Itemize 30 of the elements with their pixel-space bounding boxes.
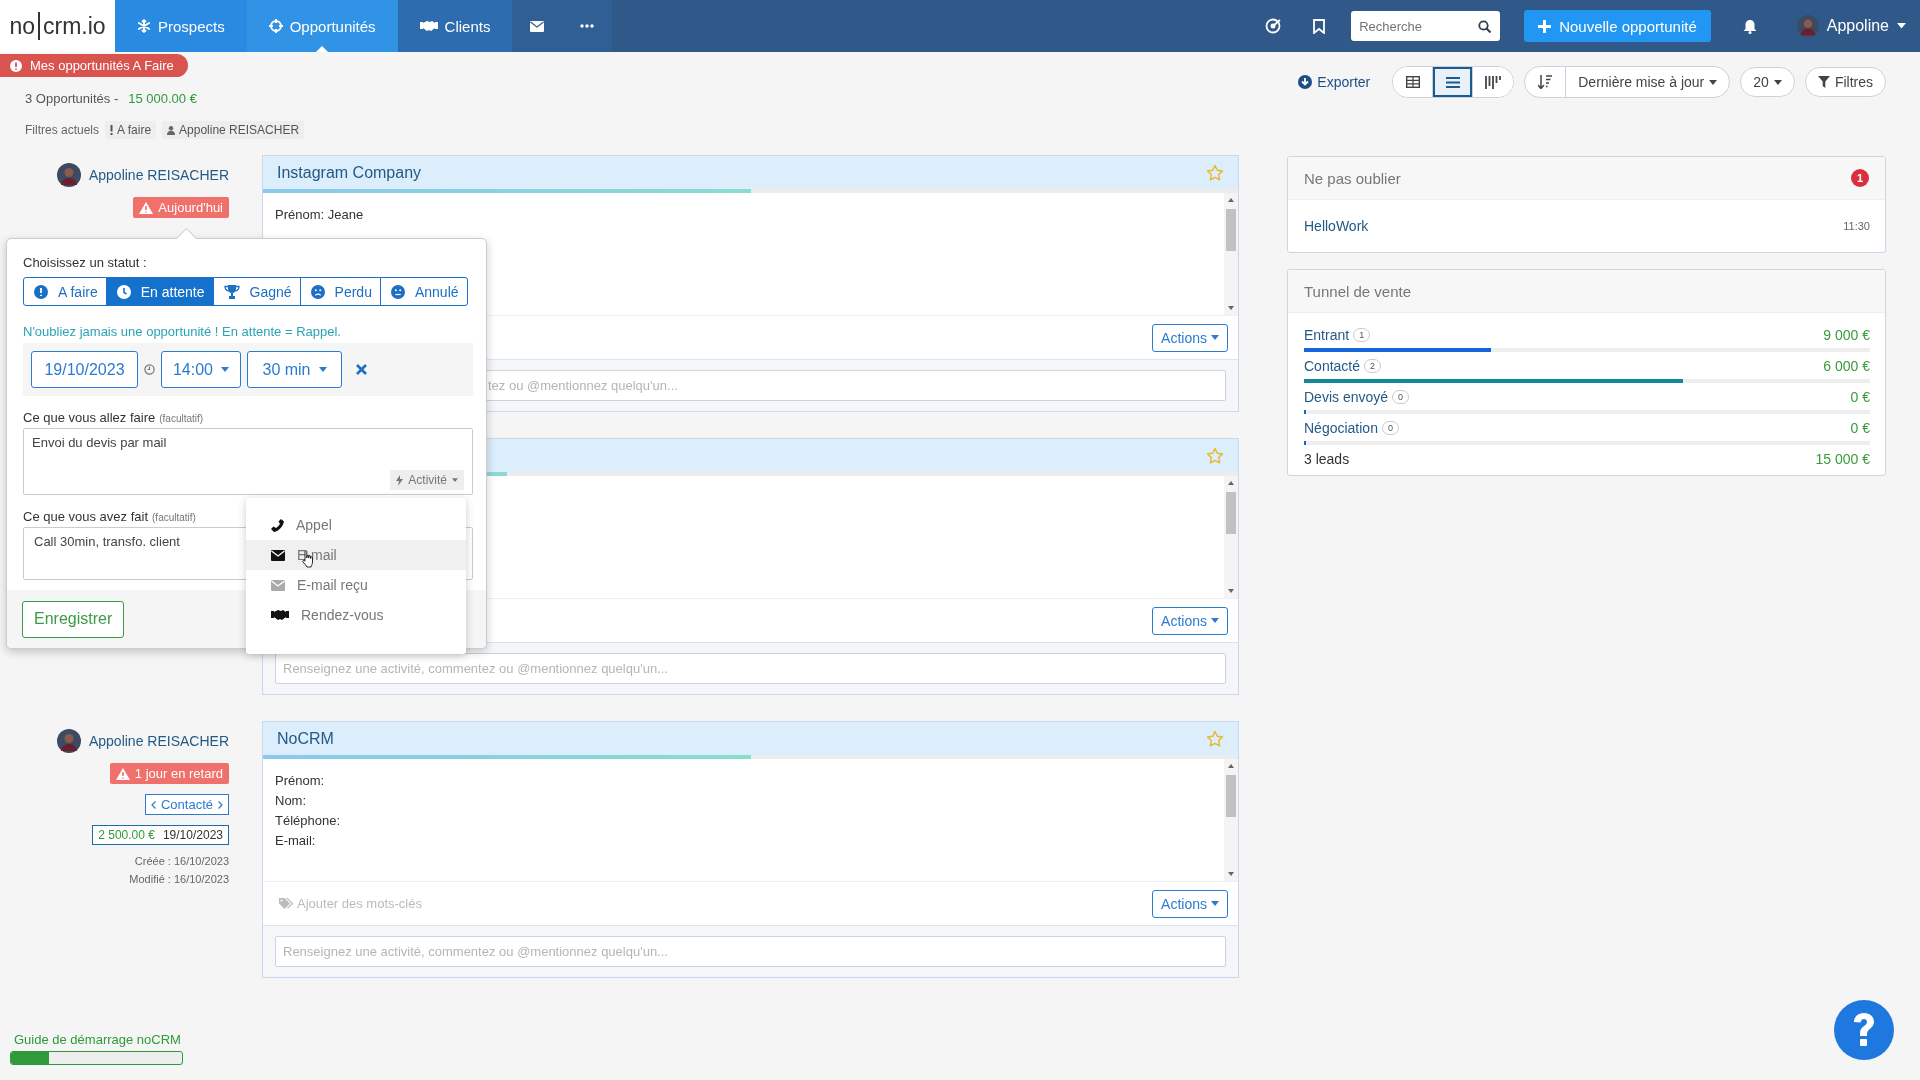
field-label: Ce que vous allez faire bbox=[23, 410, 156, 425]
modified-date: Modifié : 16/10/2023 bbox=[129, 873, 229, 885]
stage-amount: 0 € bbox=[1850, 420, 1870, 436]
panel-title: Tunnel de vente bbox=[1304, 282, 1412, 300]
field-text: Nom: bbox=[275, 792, 307, 810]
opportunity-count: 3 Opportunités - bbox=[25, 91, 119, 106]
reminder-note: N'oubliez jamais une opportunité ! En attente = Rappel. bbox=[23, 324, 341, 339]
panel-title: Ne pas oublier bbox=[1304, 169, 1401, 187]
owner-name: Appoline REISACHER bbox=[88, 733, 229, 749]
stage-amount: 9 000 € bbox=[1823, 327, 1870, 343]
owner-name: Appoline REISACHER bbox=[88, 167, 229, 183]
total-amount: 15 000 € bbox=[1815, 451, 1870, 467]
total-leads: 3 leads bbox=[1304, 451, 1350, 467]
amount-value: 2 500.00 € bbox=[98, 828, 155, 842]
close-date: 19/10/2023 bbox=[162, 828, 223, 842]
status-label: Choisissez un statut : bbox=[23, 255, 147, 270]
field-label: Ce que vous avez fait bbox=[23, 509, 149, 524]
created-date: Créée : 16/10/2023 bbox=[134, 855, 229, 867]
filters-label: Filtres actuels bbox=[25, 123, 100, 137]
field-text: Prénom: bbox=[275, 772, 325, 790]
count-badge: 1 bbox=[1851, 169, 1869, 187]
total-amount: 15 000.00 € bbox=[128, 91, 197, 106]
optional-hint: (facultatif) bbox=[152, 512, 196, 523]
field-text: E-mail: bbox=[275, 832, 316, 850]
field-text: Prénom: Jeane bbox=[275, 206, 364, 224]
field-text: Téléphone: bbox=[275, 812, 341, 830]
stage-amount: 6 000 € bbox=[1823, 358, 1870, 374]
reminder-time: 11:30 bbox=[1843, 220, 1870, 232]
optional-hint: (facultatif) bbox=[159, 413, 204, 424]
stage-amount: 0 € bbox=[1850, 389, 1870, 405]
